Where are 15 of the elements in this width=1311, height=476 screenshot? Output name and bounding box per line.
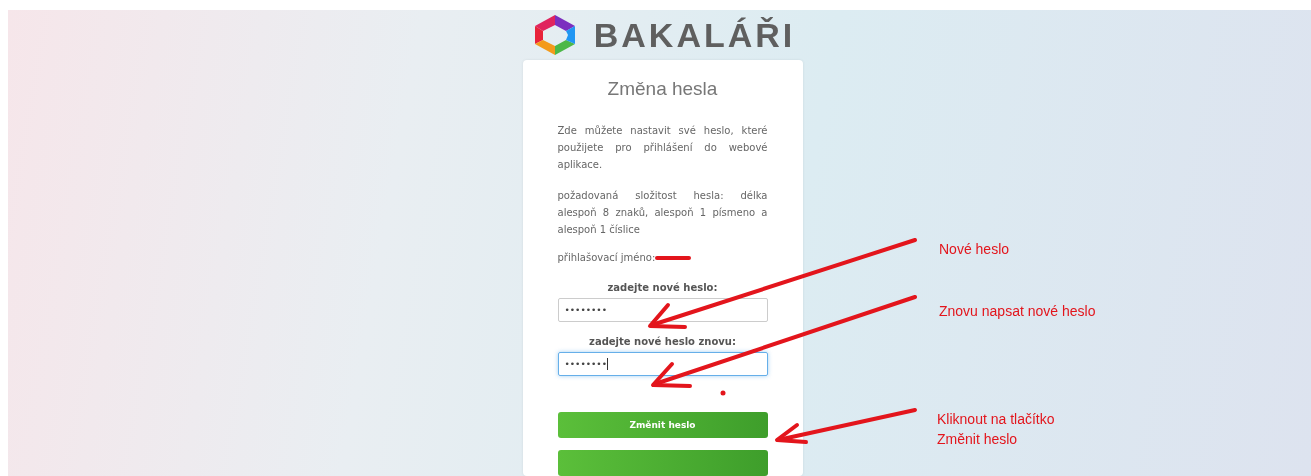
password-field[interactable]: •••••••• xyxy=(557,352,768,376)
annotation-text: Nové heslo xyxy=(939,240,1010,259)
field-label: zadejte nové heslo znovu: xyxy=(589,336,736,347)
partial-button[interactable] xyxy=(557,450,768,476)
login-label: přihlašovací jméno: xyxy=(557,252,656,263)
annotation-text: Znovu napsat nové heslo xyxy=(939,302,1096,321)
info-text: Zde můžete nastavit své heslo, které použijete pro přihlášení do webové aplikace. xyxy=(557,124,768,172)
field-label: zadejte nové heslo: xyxy=(607,282,718,293)
annotation-text: Kliknout na tlačítko xyxy=(937,410,1055,429)
logo-text: BAKALÁŘI xyxy=(593,15,796,55)
password-field[interactable]: •••••••• xyxy=(557,298,768,322)
card-title: Změna hesla xyxy=(606,78,719,100)
annotation-dot xyxy=(720,390,726,396)
info-text: požadovaná složitost hesla: délka alespoň 8 znaků, alespoň 1 písmeno a alespoň 1 číslice xyxy=(557,189,768,237)
annotation-text: Změnit heslo xyxy=(937,430,1019,449)
